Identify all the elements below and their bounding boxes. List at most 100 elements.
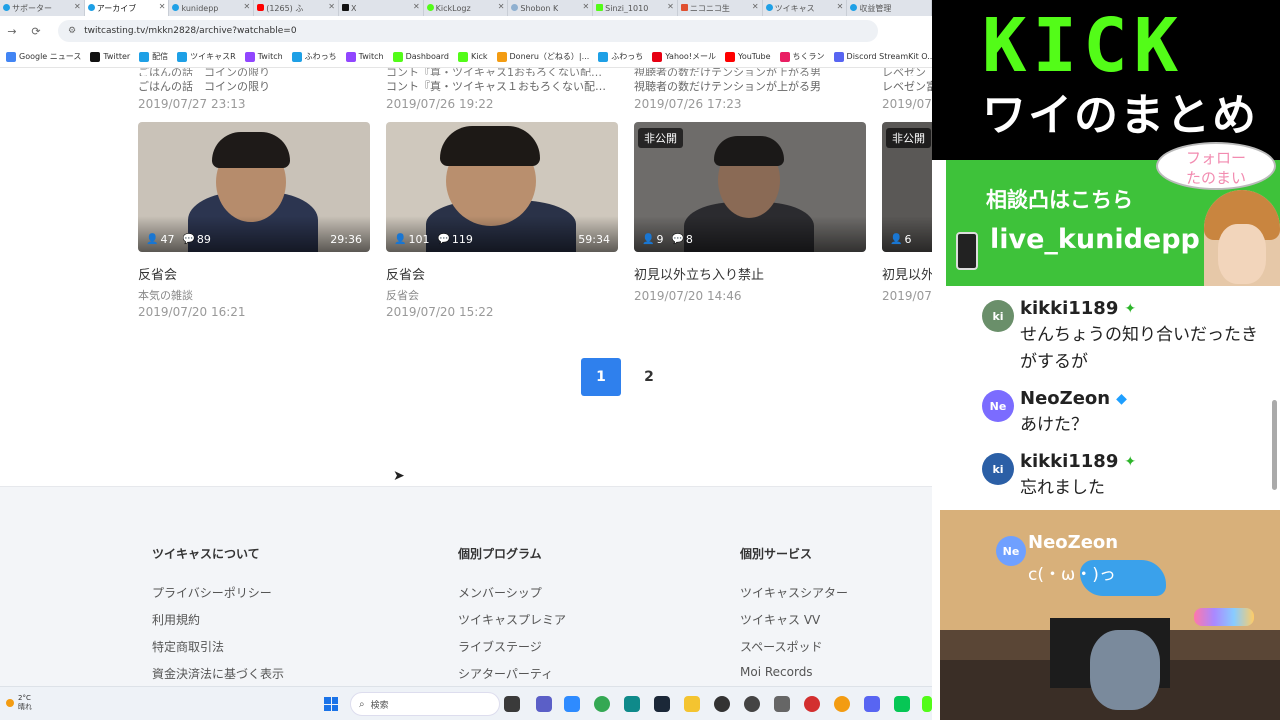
close-tab-icon[interactable]: ✕ [752,2,759,11]
close-tab-icon[interactable]: ✕ [498,2,505,11]
kick-favicon-icon [596,4,604,11]
video-stats: 👤 101 💬 119 [394,233,473,246]
video-stats: 👤 9 💬 8 [642,233,693,246]
video-title[interactable]: 初見以外立ち入り禁止 [634,264,866,283]
video-card[interactable]: 非公開 👤 9 💬 8 初見以外立ち入り禁止 2019/07/20 14:46 [634,122,866,303]
url-field[interactable]: ⚙ twitcasting.tv/mkkn2828/archive?watcha… [58,20,878,42]
video-title[interactable]: 初見以外 [882,264,932,283]
line-icon[interactable] [894,696,910,712]
browser-tab[interactable]: Shobon K ✕ [508,0,594,16]
video-card-previous[interactable]: コント『真・ツイキャス1おもろくない配… コント『真・ツイキャス１おもろくない配… [386,68,626,111]
kick-app-icon[interactable] [922,696,932,712]
teams-icon[interactable] [536,696,552,712]
coin-icon[interactable] [834,696,850,712]
pagination: 1 2 [581,358,677,396]
footer-link[interactable]: プライバシーポリシー [152,584,284,611]
close-tab-icon[interactable]: ✕ [328,2,335,11]
browser-tab[interactable]: KickLogz ✕ [424,0,509,16]
close-tab-icon[interactable]: ✕ [244,2,251,11]
chrome-icon[interactable] [594,696,610,712]
video-thumbnail[interactable]: 👤 47 💬 89 29:36 [138,122,370,252]
browser-tab[interactable]: Sinzi_1010 ✕ [593,0,678,16]
file-explorer-icon[interactable] [684,696,700,712]
browser-tab[interactable]: サポーター ✕ [0,0,85,16]
edge-icon[interactable] [624,696,640,712]
bookmark-item[interactable]: Google ニュース [6,51,81,62]
bookmark-item[interactable]: Discord StreamKit O... [833,51,932,62]
bookmark-item[interactable]: ツイキャスR [177,51,236,62]
browser-tab[interactable]: kunidepp ✕ [169,0,255,16]
footer-link[interactable]: ライブステージ [458,638,566,665]
close-tab-icon[interactable]: ✕ [582,2,589,11]
taskbar-search[interactable]: ⌕ 検索 [350,692,500,716]
bookmark-label: ちくラン [792,52,825,61]
video-thumbnail[interactable]: 非公開 👤 6 [882,122,932,252]
discord-icon[interactable] [864,696,880,712]
site-info-icon[interactable]: ⚙ [68,26,76,36]
previous-video-row: ごはんの話 コインの限り ごはんの話 コインの限り 2019/07/27 23:… [0,68,932,122]
app-icon[interactable] [744,696,760,712]
close-tab-icon[interactable]: ✕ [667,2,674,11]
forward-arrow-icon[interactable]: → [0,25,24,38]
browser-tab[interactable]: ニコニコ生 ✕ [678,0,763,16]
windows-start-icon[interactable] [324,697,338,711]
bookmark-item[interactable]: Twitter [90,51,130,62]
bookmark-item[interactable]: Kick [458,51,488,62]
close-tab-icon[interactable]: ✕ [413,2,420,11]
weather-widget[interactable]: 2°C 晴れ [6,694,32,712]
footer-link[interactable]: Moi Records [740,665,848,686]
bookmark-item[interactable]: Twitch [244,51,283,62]
video-card-previous[interactable]: レベゼン レベゼン富 2019/07/ [882,68,932,111]
bookmark-item[interactable]: Dashboard [392,51,449,62]
close-tab-icon[interactable]: ✕ [837,2,844,11]
browser-tab[interactable]: 収益管理 [847,0,932,16]
bookmark-item[interactable]: ふわっち [291,51,337,62]
close-tab-icon[interactable]: ✕ [74,2,81,11]
page-button[interactable]: 2 [629,358,669,396]
bookmark-label: ツイキャスR [190,52,236,61]
footer-link[interactable]: スペースポッド [740,638,848,665]
footer-link[interactable]: 利用規約 [152,611,284,638]
video-card[interactable]: 👤 47 💬 89 29:36 反省会 本気の雑談 2019/07/20 16:21 [138,122,370,319]
copilot-icon[interactable] [564,696,580,712]
task-view-icon[interactable] [504,696,520,712]
video-title[interactable]: 反省会 [386,264,618,283]
footer-link[interactable]: 資金決済法に基づく表示 [152,665,284,686]
bookmark-item[interactable]: ちくラン [779,51,825,62]
footer-link[interactable]: ツイキャスシアター [740,584,848,611]
video-card[interactable]: 非公開 👤6 初見以外 2019/07/20 14:18 [882,122,932,303]
video-title[interactable]: 反省会 [138,264,370,283]
bookmark-item[interactable]: Yahoo!メール [652,51,716,62]
footer-link[interactable]: メンバーシップ [458,584,566,611]
reload-icon[interactable]: ⟳ [24,25,48,38]
video-thumbnail[interactable]: 非公開 👤 9 💬 8 [634,122,866,252]
footer-link[interactable]: ツイキャスプレミア [458,611,566,638]
close-tab-icon[interactable]: ✕ [159,2,166,11]
browser-tab[interactable]: ツイキャス ✕ [763,0,848,16]
bookmark-item[interactable]: YouTube [725,51,771,62]
bookmark-item[interactable]: Doneru（どねる）|... [496,51,589,62]
browser-tab-active[interactable]: アーカイブ ✕ [84,0,170,16]
video-card-previous[interactable]: 視聴者の数だけテンションが上がる男 視聴者の数だけテンションが上がる男 2019… [634,68,874,111]
footer-link[interactable]: ツイキャス VV [740,611,848,638]
record-icon[interactable] [804,696,820,712]
video-thumbnail[interactable]: 👤 101 💬 119 59:34 [386,122,618,252]
bookmark-item[interactable]: Twitch [345,51,384,62]
page-button-current[interactable]: 1 [581,358,621,396]
chat-username: NeoZeon [1028,532,1119,553]
bookmark-item[interactable]: ふわっち [598,51,643,62]
bookmark-favicon-icon [90,51,101,62]
calculator-icon[interactable] [774,696,790,712]
viewer-icon: 👤 [642,234,655,245]
bookmark-item[interactable]: 配信 [139,51,168,62]
footer-link[interactable]: 特定商取引法 [152,638,284,665]
chat-scrollbar[interactable] [1272,400,1277,490]
video-card-previous[interactable]: ごはんの話 コインの限り ごはんの話 コインの限り 2019/07/27 23:… [138,68,378,111]
footer-link[interactable]: シアターパーティ [458,665,566,686]
footer-heading: 個別サービス [740,547,813,561]
browser-tab[interactable]: X ✕ [339,0,424,16]
steam-icon[interactable] [654,696,670,712]
obs-icon[interactable] [714,696,730,712]
video-card[interactable]: 👤 101 💬 119 59:34 反省会 反省会 2019/07/20 15:22 [386,122,618,319]
browser-tab[interactable]: (1265) ふ ✕ [254,0,339,16]
